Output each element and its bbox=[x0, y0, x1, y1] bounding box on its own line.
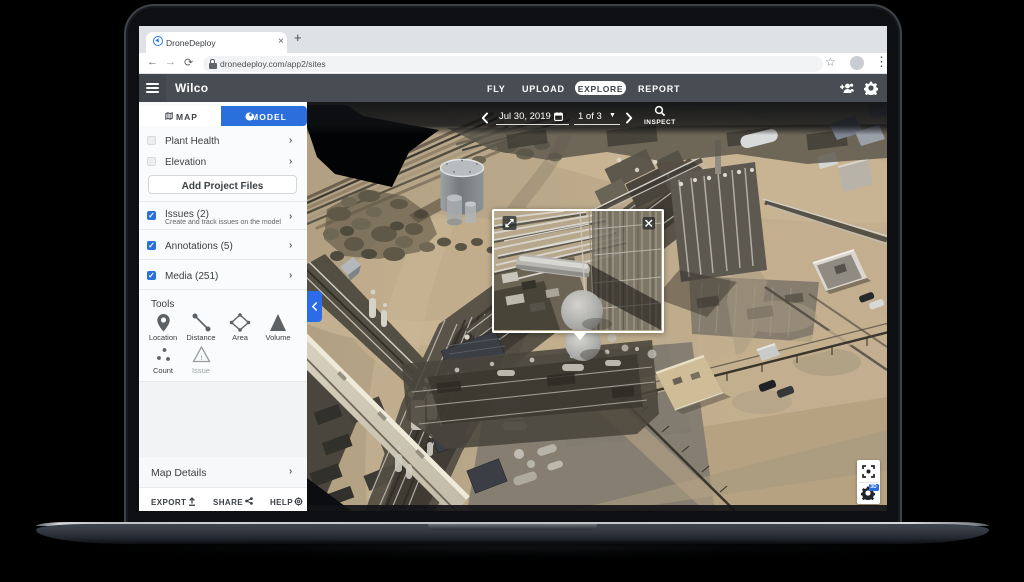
svg-text:!: ! bbox=[201, 356, 203, 362]
